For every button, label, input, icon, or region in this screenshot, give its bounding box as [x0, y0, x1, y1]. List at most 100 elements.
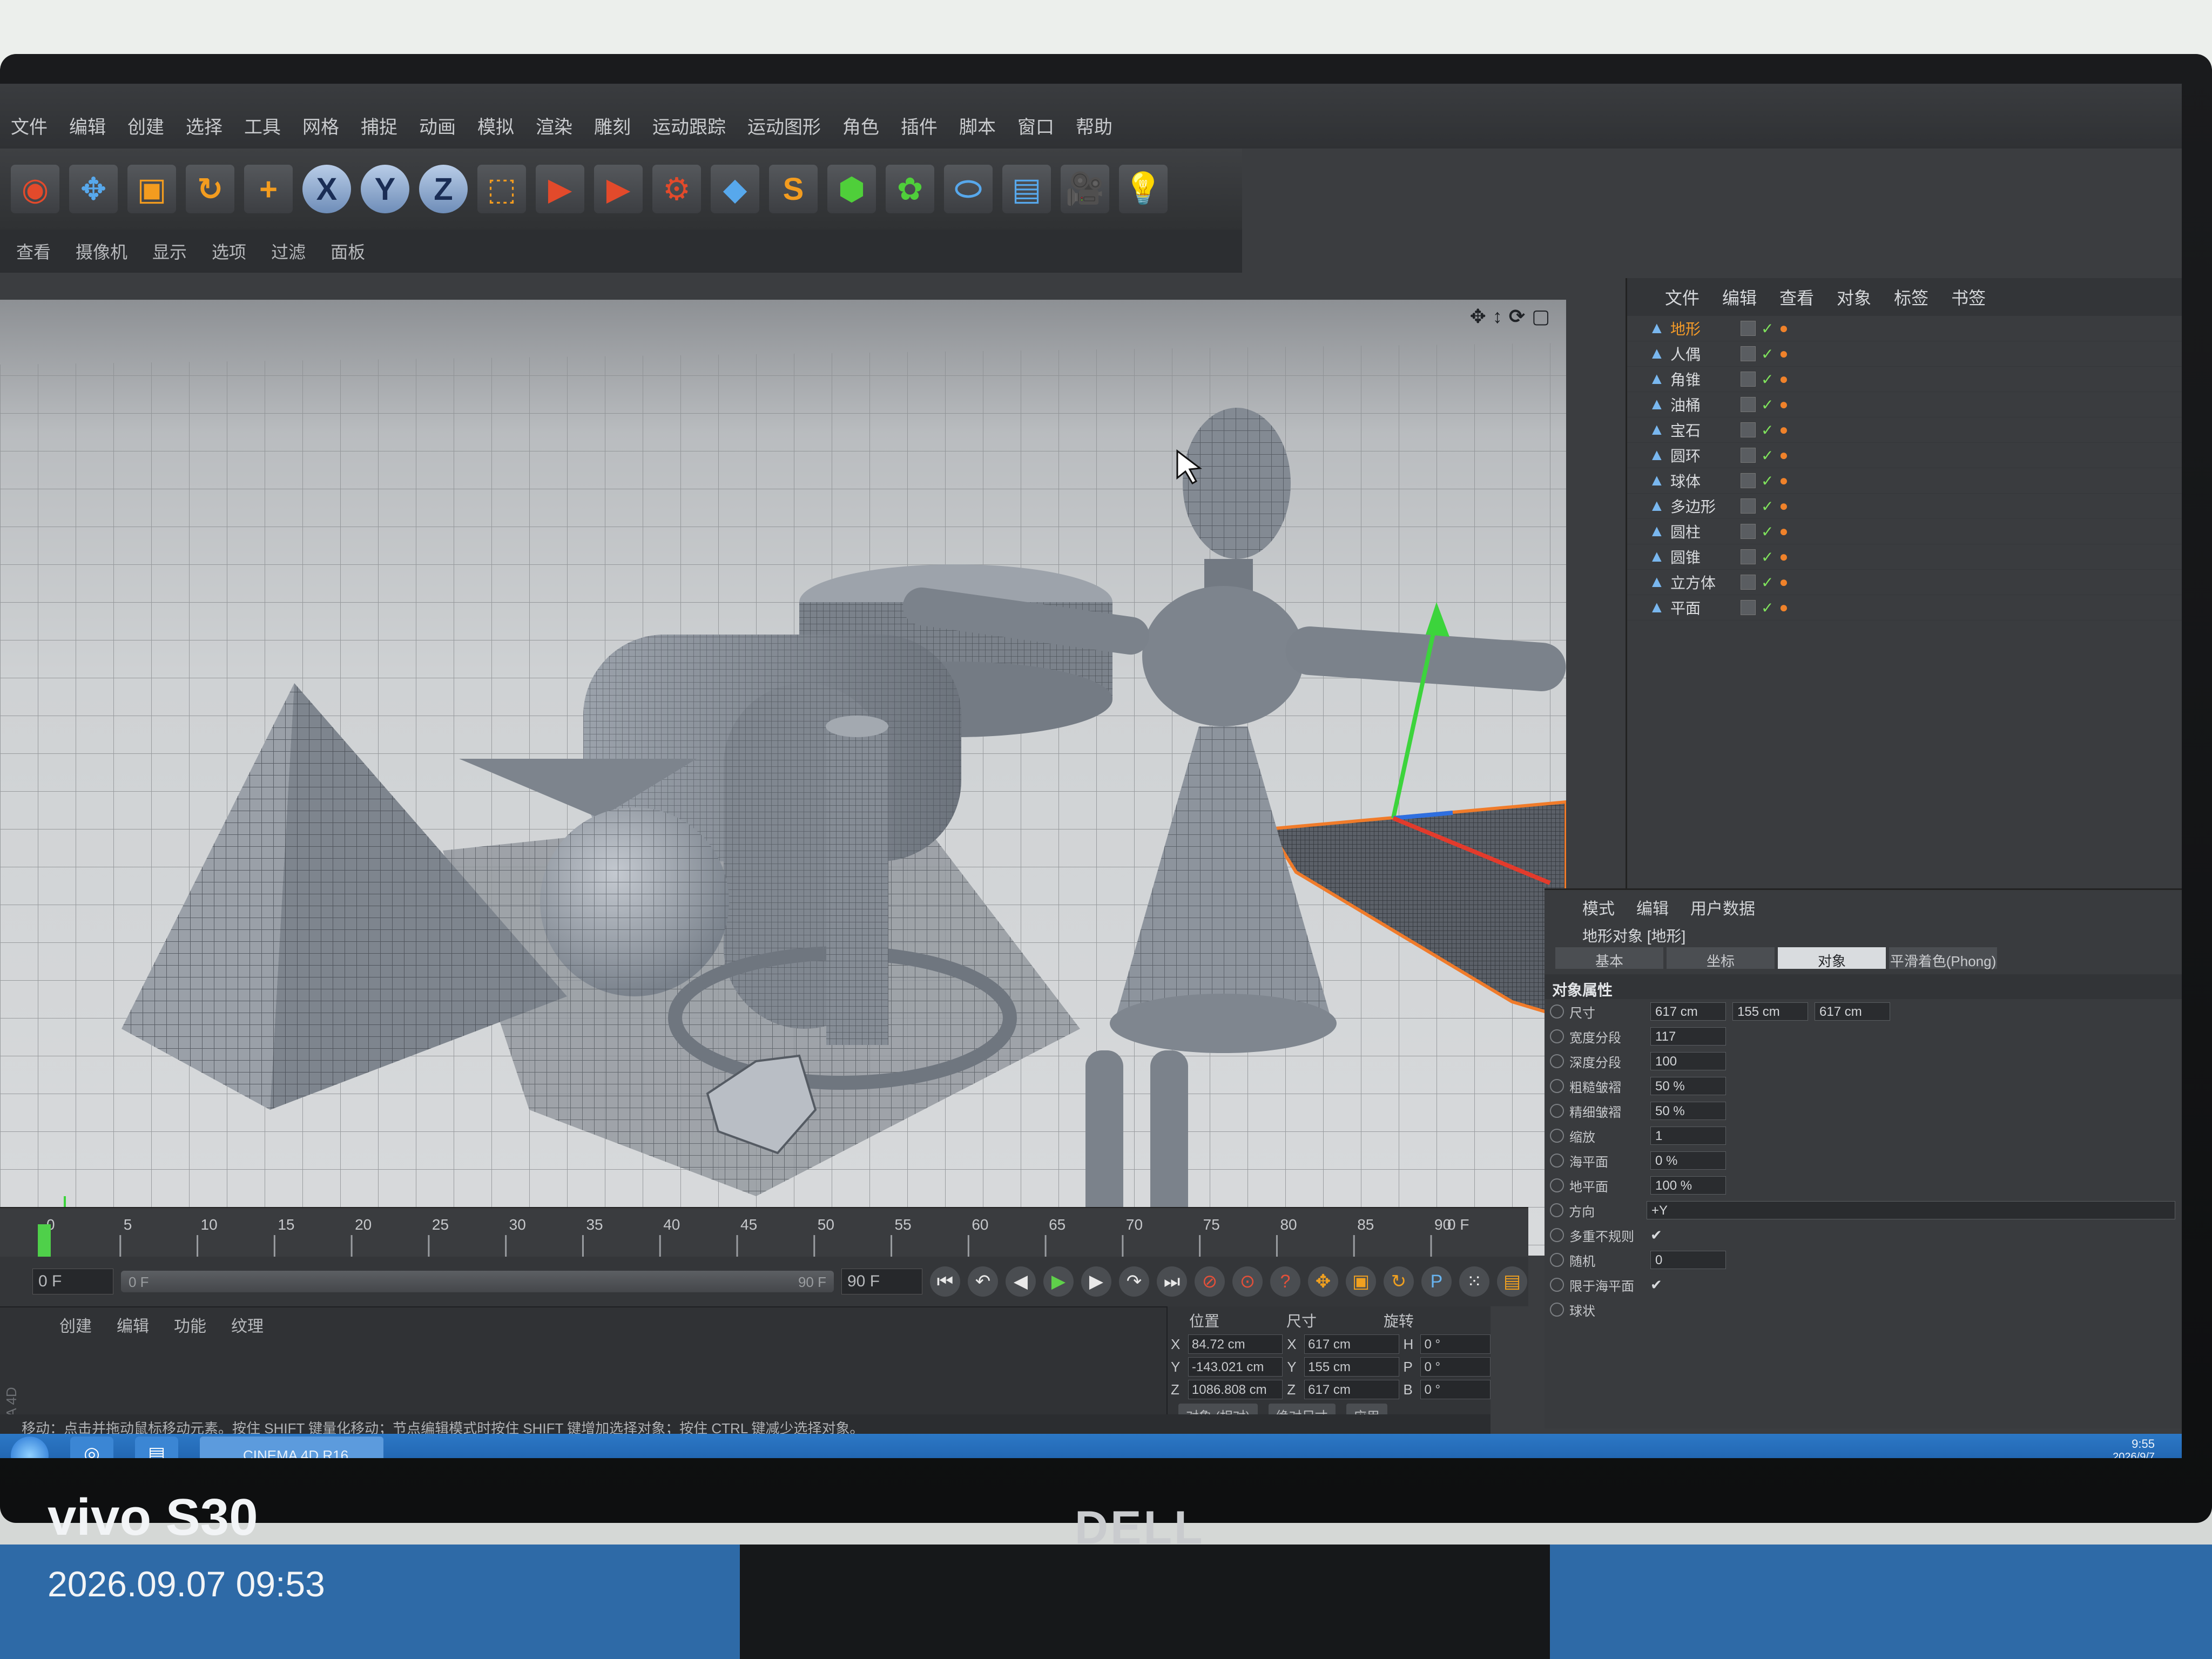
- menu-item[interactable]: 动画: [419, 112, 456, 139]
- attribute-value-field[interactable]: 0: [1650, 1251, 1726, 1269]
- timeline-window-icon[interactable]: ▤: [1497, 1266, 1527, 1297]
- animate-radio[interactable]: [1550, 1054, 1564, 1068]
- animate-radio[interactable]: [1550, 1129, 1564, 1143]
- object-row[interactable]: ▲ 油桶 ✓ ●: [1627, 392, 2182, 417]
- attribute-value-field[interactable]: 100: [1650, 1052, 1726, 1070]
- material-menu-function[interactable]: 功能: [174, 1313, 206, 1337]
- animate-radio[interactable]: [1550, 1154, 1564, 1168]
- attribute-value-field[interactable]: 1: [1650, 1127, 1726, 1145]
- animate-radio[interactable]: [1550, 1278, 1564, 1292]
- chrome-icon[interactable]: ◎: [70, 1437, 113, 1458]
- material-menu-create[interactable]: 创建: [59, 1313, 92, 1337]
- render-settings-icon[interactable]: ⚙: [652, 165, 701, 213]
- add-object-icon[interactable]: +: [244, 165, 293, 213]
- pan-icon[interactable]: ✥: [1470, 305, 1486, 328]
- rotate-tool-icon[interactable]: ↻: [186, 165, 234, 213]
- object-row[interactable]: ▲ 宝石 ✓ ●: [1627, 417, 2182, 443]
- spline-icon[interactable]: S: [769, 165, 818, 213]
- animate-radio[interactable]: [1550, 1303, 1564, 1317]
- rotation-p-field[interactable]: 0 °: [1420, 1357, 1491, 1377]
- maximize-view-icon[interactable]: ▢: [1532, 305, 1550, 328]
- enabled-check-icon[interactable]: ✓: [1761, 370, 1773, 388]
- object-name[interactable]: 球体: [1670, 470, 1741, 491]
- start-button[interactable]: [11, 1437, 49, 1458]
- menu-item[interactable]: 工具: [244, 112, 281, 139]
- layer-swatch[interactable]: [1741, 575, 1756, 590]
- enabled-check-icon[interactable]: ✓: [1761, 574, 1773, 591]
- preview-range-slider[interactable]: 0 F 90 F: [121, 1271, 834, 1292]
- layer-swatch[interactable]: [1741, 498, 1756, 514]
- animate-radio[interactable]: [1550, 1104, 1564, 1118]
- menu-item[interactable]: 捕捉: [361, 112, 397, 139]
- layer-swatch[interactable]: [1741, 524, 1756, 539]
- tab-object[interactable]: 对象: [1778, 947, 1886, 969]
- material-menu-texture[interactable]: 纹理: [231, 1313, 264, 1337]
- layer-swatch[interactable]: [1741, 346, 1756, 361]
- goto-start-icon[interactable]: ⏮: [930, 1266, 960, 1297]
- am-menu-userdata[interactable]: 用户数据: [1690, 895, 1755, 920]
- enabled-check-icon[interactable]: ✓: [1761, 497, 1773, 515]
- tag-icon[interactable]: ●: [1779, 548, 1788, 565]
- layer-swatch[interactable]: [1741, 321, 1756, 336]
- viewport-menu-item[interactable]: 面板: [331, 239, 365, 264]
- enabled-check-icon[interactable]: ✓: [1761, 548, 1773, 566]
- menu-item[interactable]: 网格: [302, 112, 339, 139]
- attribute-value-field[interactable]: 50 %: [1650, 1077, 1726, 1095]
- layer-swatch[interactable]: [1741, 422, 1756, 437]
- enabled-check-icon[interactable]: ✓: [1761, 447, 1773, 464]
- object-row[interactable]: ▲ 圆锥 ✓ ●: [1627, 544, 2182, 570]
- object-name[interactable]: 多边形: [1670, 495, 1741, 517]
- goto-end-icon[interactable]: ⏭: [1157, 1266, 1187, 1297]
- object-row[interactable]: ▲ 地形 ✓ ●: [1627, 316, 2182, 341]
- enabled-check-icon[interactable]: ✓: [1761, 320, 1773, 338]
- keyframe-selection-icon[interactable]: ?: [1270, 1266, 1300, 1297]
- menu-item[interactable]: 运动图形: [747, 112, 821, 139]
- tag-icon[interactable]: ●: [1779, 523, 1788, 540]
- attribute-value-field[interactable]: 0 %: [1650, 1151, 1726, 1170]
- record-pla-icon[interactable]: ⁙: [1459, 1266, 1489, 1297]
- next-frame-icon[interactable]: ▶: [1081, 1266, 1111, 1297]
- tab-coord[interactable]: 坐标: [1667, 947, 1775, 969]
- position-x-field[interactable]: 84.72 cm: [1188, 1334, 1283, 1354]
- tag-icon[interactable]: ●: [1779, 574, 1788, 591]
- om-menu-object[interactable]: 对象: [1837, 285, 1871, 316]
- play-icon[interactable]: ▶: [1043, 1266, 1074, 1297]
- attribute-value-field[interactable]: 617 cm: [1650, 1002, 1726, 1021]
- autokey-icon[interactable]: ⊙: [1232, 1266, 1263, 1297]
- object-row[interactable]: ▲ 立方体 ✓ ●: [1627, 570, 2182, 595]
- record-parameter-icon[interactable]: P: [1421, 1266, 1452, 1297]
- record-rotation-icon[interactable]: ↻: [1384, 1266, 1414, 1297]
- array-icon[interactable]: ✿: [886, 165, 934, 213]
- z-axis-lock-button[interactable]: Z: [419, 165, 468, 213]
- om-menu-bookmarks[interactable]: 书签: [1951, 285, 1986, 316]
- am-menu-mode[interactable]: 模式: [1582, 895, 1615, 920]
- menu-item[interactable]: 创建: [127, 112, 164, 139]
- object-name[interactable]: 角锥: [1670, 368, 1741, 390]
- animate-radio[interactable]: [1550, 1203, 1564, 1217]
- timeline-ruler[interactable]: 0510152025303540455055606570758085900 F: [0, 1207, 1528, 1257]
- attribute-value-field[interactable]: 617 cm: [1815, 1002, 1890, 1021]
- object-row[interactable]: ▲ 角锥 ✓ ●: [1627, 367, 2182, 392]
- viewport-menu-item[interactable]: 摄像机: [76, 239, 127, 264]
- om-menu-view[interactable]: 查看: [1779, 285, 1814, 316]
- am-menu-edit[interactable]: 编辑: [1636, 895, 1669, 920]
- attribute-checkbox[interactable]: ✔: [1650, 1277, 1662, 1293]
- prev-frame-icon[interactable]: ◀: [1006, 1266, 1036, 1297]
- object-name[interactable]: 圆锥: [1670, 546, 1741, 568]
- record-keys-icon[interactable]: ⊘: [1195, 1266, 1225, 1297]
- 3d-viewport[interactable]: ✥ ↕ ⟳ ▢: [0, 300, 1566, 1256]
- animate-radio[interactable]: [1550, 1178, 1564, 1192]
- om-menu-file[interactable]: 文件: [1665, 285, 1700, 316]
- render-view-icon[interactable]: ▶: [536, 165, 584, 213]
- object-name[interactable]: 圆环: [1670, 444, 1741, 466]
- animate-radio[interactable]: [1550, 1228, 1564, 1242]
- material-menu-edit[interactable]: 编辑: [117, 1313, 149, 1337]
- object-name[interactable]: 油桶: [1670, 394, 1741, 415]
- viewport-menu-item[interactable]: 选项: [212, 239, 246, 264]
- enabled-check-icon[interactable]: ✓: [1761, 472, 1773, 490]
- rotation-h-field[interactable]: 0 °: [1420, 1334, 1491, 1354]
- object-row[interactable]: ▲ 圆柱 ✓ ●: [1627, 519, 2182, 544]
- tab-basic[interactable]: 基本: [1555, 947, 1663, 969]
- tag-icon[interactable]: ●: [1779, 320, 1788, 337]
- taskbar-cinema4d[interactable]: CINEMA 4D R16...: [200, 1437, 383, 1458]
